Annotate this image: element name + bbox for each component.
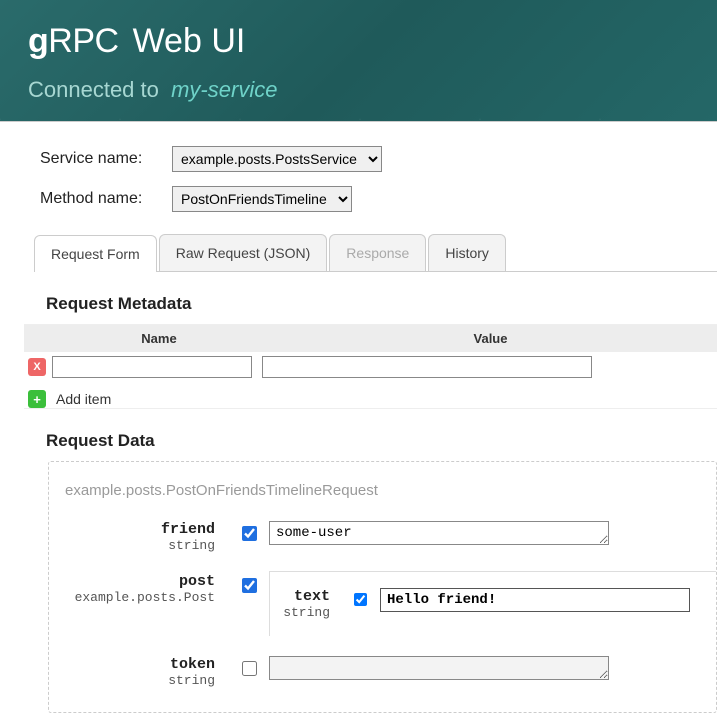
request-type-name: example.posts.PostOnFriendsTimelineReque… — [65, 482, 716, 499]
metadata-table: Name Value X + Add item — [24, 324, 717, 409]
tab-response[interactable]: Response — [329, 234, 426, 271]
app-title: Web UI — [133, 22, 246, 61]
connected-label: Connected to — [28, 77, 159, 102]
field-text-type: string — [270, 605, 330, 620]
metadata-value-input[interactable] — [262, 356, 592, 378]
metadata-add-button[interactable]: + — [28, 390, 46, 408]
field-token: token string — [49, 656, 716, 688]
field-text-checkbox[interactable] — [354, 593, 367, 606]
field-friend-name: friend — [49, 521, 215, 538]
field-friend-input[interactable]: some-user — [269, 521, 609, 545]
tab-raw-request[interactable]: Raw Request (JSON) — [159, 234, 328, 271]
field-token-name: token — [49, 656, 215, 673]
service-name-select[interactable]: example.posts.PostsService — [172, 146, 382, 172]
field-post-name: post — [49, 573, 215, 590]
metadata-col-value: Value — [264, 325, 717, 352]
field-friend: friend string some-user — [49, 521, 716, 553]
tab-request-form[interactable]: Request Form — [34, 235, 157, 272]
field-post-type: example.posts.Post — [49, 590, 215, 605]
field-token-input[interactable] — [269, 656, 609, 680]
metadata-col-name: Name — [54, 325, 264, 352]
metadata-name-input[interactable] — [52, 356, 252, 378]
service-name-label: Service name: — [40, 150, 160, 168]
field-token-checkbox[interactable] — [242, 661, 257, 676]
field-text-name: text — [270, 588, 330, 605]
field-friend-checkbox[interactable] — [242, 526, 257, 541]
field-post: post example.posts.Post text string — [49, 573, 716, 636]
connected-service-name: my-service — [171, 77, 277, 102]
metadata-add-label: Add item — [56, 391, 111, 407]
field-token-type: string — [49, 673, 215, 688]
field-friend-type: string — [49, 538, 215, 553]
metadata-row: X — [24, 352, 717, 382]
metadata-delete-button[interactable]: X — [28, 358, 46, 376]
request-data-title: Request Data — [46, 431, 717, 451]
tab-bar: Request Form Raw Request (JSON) Response… — [34, 234, 717, 272]
method-name-select[interactable]: PostOnFriendsTimeline — [172, 186, 352, 212]
field-text-input[interactable]: Hello friend! — [380, 588, 690, 612]
connection-status: Connected to my-service — [28, 77, 689, 103]
request-metadata-title: Request Metadata — [46, 294, 717, 314]
request-data-frame: example.posts.PostOnFriendsTimelineReque… — [48, 461, 717, 713]
method-name-label: Method name: — [40, 190, 160, 208]
grpc-logo: gRPC — [28, 22, 119, 61]
field-post-checkbox[interactable] — [242, 578, 257, 593]
field-post-nested: text string Hello friend! — [269, 571, 716, 636]
app-header: gRPC Web UI Connected to my-service — [0, 0, 717, 121]
tab-history[interactable]: History — [428, 234, 506, 271]
